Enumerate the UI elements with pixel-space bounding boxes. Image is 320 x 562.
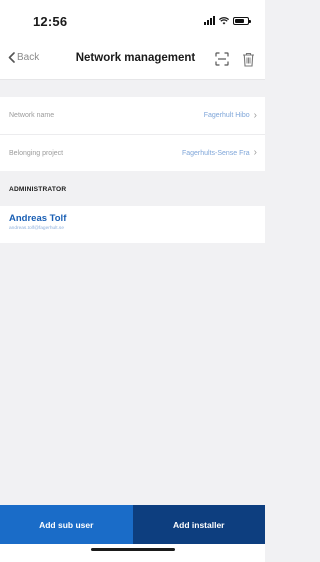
belonging-project-row[interactable]: Belonging project Fagerhults-Sense Fra ›: [0, 134, 265, 171]
trash-icon: [242, 52, 254, 67]
administrator-name: Andreas Tolf: [9, 213, 67, 224]
network-name-value: Fagerhult Hibo: [203, 112, 250, 119]
chevron-right-icon: ›: [253, 147, 257, 158]
home-area: [0, 544, 265, 562]
network-name-row[interactable]: Network name Fagerhult Hibo ›: [0, 97, 265, 134]
belonging-project-value: Fagerhults-Sense Fra: [181, 149, 250, 157]
wifi-icon: [219, 16, 229, 24]
battery-icon: [233, 16, 251, 25]
scan-button[interactable]: [213, 50, 231, 68]
administrator-section-title: ADMINISTRATOR: [9, 186, 67, 193]
delete-button[interactable]: [239, 50, 257, 68]
add-sub-user-button[interactable]: Add sub user: [0, 505, 133, 544]
nav-actions: [213, 50, 257, 68]
signal-icon: [204, 16, 215, 25]
administrator-card[interactable]: Andreas Tolf andreas.tolf@fagerhult.se: [0, 206, 265, 243]
network-name-label: Network name: [9, 112, 55, 119]
status-bar: 12:56: [0, 0, 265, 40]
status-time: 12:56: [33, 14, 68, 29]
administrator-email: andreas.tolf@fagerhult.se: [9, 226, 65, 231]
scan-icon: [215, 52, 229, 66]
bottom-action-bar: Add sub user Add installer: [0, 505, 265, 544]
home-indicator[interactable]: [91, 548, 175, 551]
status-icons: [204, 16, 251, 25]
belonging-project-label: Belonging project: [9, 149, 64, 157]
chevron-right-icon: ›: [253, 109, 257, 121]
network-info-group: Network name Fagerhult Hibo › Belonging …: [0, 97, 265, 171]
add-installer-button[interactable]: Add installer: [132, 505, 265, 544]
nav-bar: Back Network management: [0, 40, 265, 80]
